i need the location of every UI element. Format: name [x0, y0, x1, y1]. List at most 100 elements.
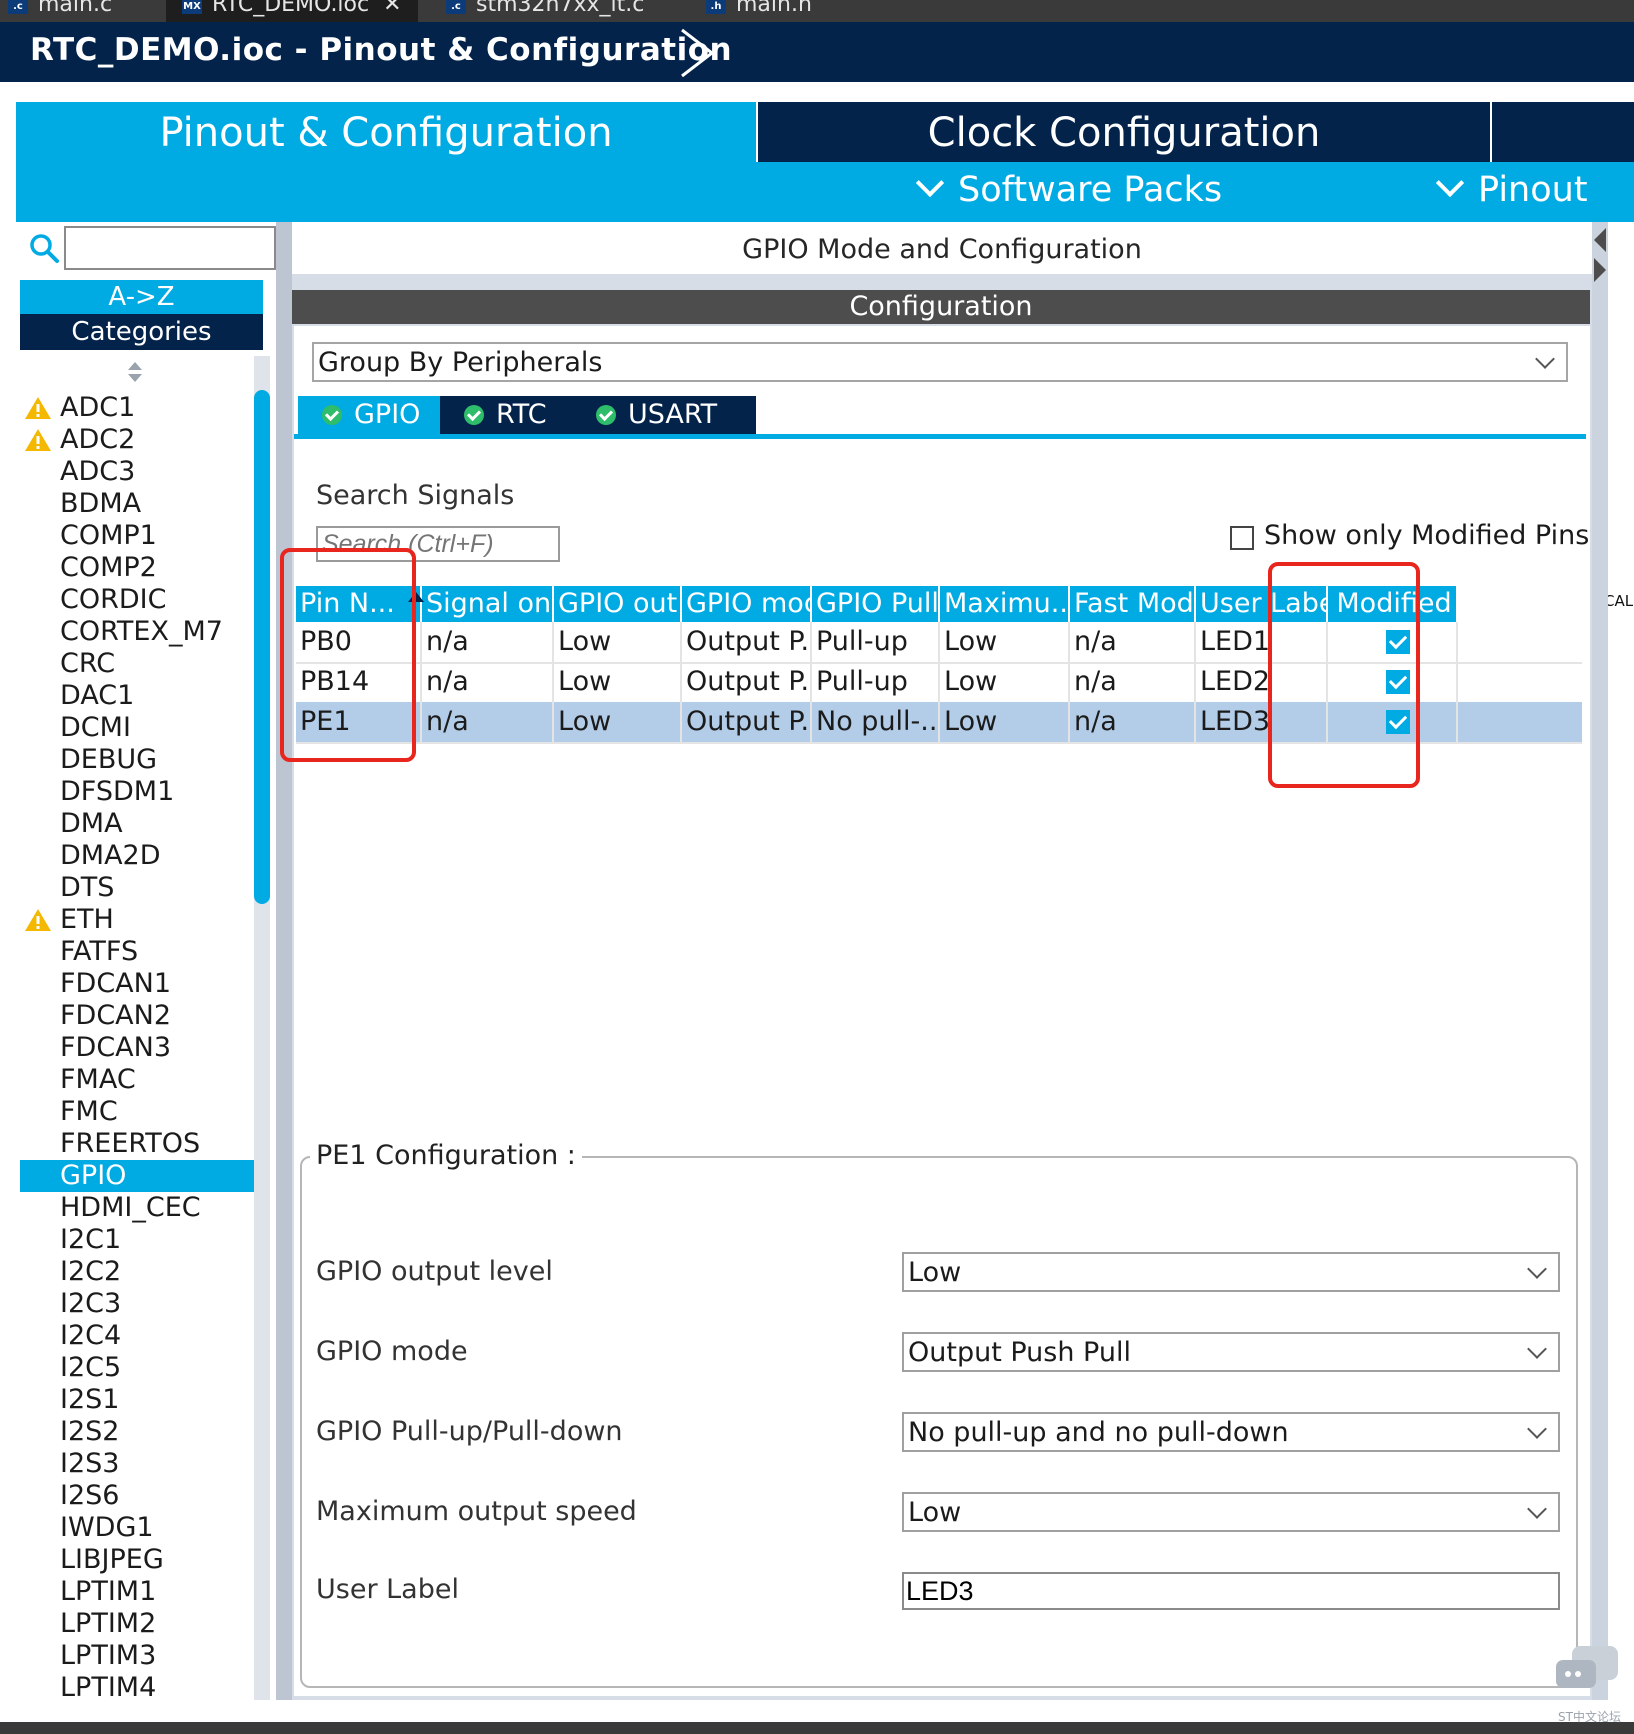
column-header-6[interactable]: Fast Mode	[1070, 586, 1196, 622]
category-item-fmc[interactable]: FMC	[20, 1096, 254, 1128]
table-cell: Low	[554, 662, 682, 702]
category-item-dma[interactable]: DMA	[20, 808, 254, 840]
category-item-fatfs[interactable]: FATFS	[20, 936, 254, 968]
category-item-cortex-m7[interactable]: CORTEX_M7	[20, 616, 254, 648]
table-cell: n/a	[422, 622, 554, 662]
category-item-fdcan2[interactable]: FDCAN2	[20, 1000, 254, 1032]
category-item-lptim1[interactable]: LPTIM1	[20, 1576, 254, 1608]
category-item-hdmi-cec[interactable]: HDMI_CEC	[20, 1192, 254, 1224]
column-header-1[interactable]: Signal on...	[422, 586, 554, 622]
table-cell: Low	[940, 622, 1070, 662]
tab-more[interactable]	[1492, 102, 1634, 162]
category-item-lptim4[interactable]: LPTIM4	[20, 1672, 254, 1704]
category-item-adc3[interactable]: ADC3	[20, 456, 254, 488]
category-item-cordic[interactable]: CORDIC	[20, 584, 254, 616]
category-item-i2s1[interactable]: I2S1	[20, 1384, 254, 1416]
category-item-i2c2[interactable]: I2C2	[20, 1256, 254, 1288]
table-cell: Pull-up	[812, 622, 940, 662]
category-label: I2S1	[60, 1384, 120, 1415]
gpio-pull-select[interactable]: No pull-up and no pull-down	[902, 1412, 1560, 1452]
category-item-lptim3[interactable]: LPTIM3	[20, 1640, 254, 1672]
tab-rtc[interactable]: RTC	[440, 396, 592, 434]
category-label: FMC	[60, 1096, 118, 1127]
category-label: I2S3	[60, 1448, 120, 1479]
category-label: LPTIM2	[60, 1608, 157, 1639]
tab-clock-configuration[interactable]: Clock Configuration	[758, 102, 1490, 162]
category-label: I2S6	[60, 1480, 120, 1511]
gpio-output-level-select[interactable]: Low	[902, 1252, 1560, 1292]
category-item-adc2[interactable]: ADC2	[20, 424, 254, 456]
category-item-lptim2[interactable]: LPTIM2	[20, 1608, 254, 1640]
pinout-menu[interactable]: Pinout	[1435, 168, 1588, 210]
software-packs-menu[interactable]: Software Packs	[915, 168, 1222, 210]
table-cell: n/a	[1070, 662, 1196, 702]
tab-pinout-configuration[interactable]: Pinout & Configuration	[16, 102, 756, 162]
category-item-i2c1[interactable]: I2C1	[20, 1224, 254, 1256]
categories-button[interactable]: Categories	[20, 314, 263, 350]
panel-divider[interactable]	[276, 222, 292, 1700]
editor-tab-stm32h7xx-it-c[interactable]: .c stm32h7xx_it.c	[446, 0, 644, 22]
category-scrollbar-thumb[interactable]	[254, 390, 270, 904]
table-cell: Output P...	[682, 622, 812, 662]
mx-file-icon: MX	[182, 0, 202, 14]
category-label: COMP1	[60, 520, 157, 551]
sort-arrows-icon[interactable]	[126, 360, 144, 384]
right-scrollbar[interactable]	[1592, 222, 1608, 1700]
category-search-input[interactable]	[64, 226, 276, 270]
category-item-comp2[interactable]: COMP2	[20, 552, 254, 584]
max-output-speed-label: Maximum output speed	[316, 1496, 637, 1527]
c-file-icon: .c	[8, 0, 28, 14]
category-item-i2c3[interactable]: I2C3	[20, 1288, 254, 1320]
table-cell: Low	[554, 702, 682, 742]
editor-tab-rtc-demo-ioc[interactable]: MX RTC_DEMO.ioc ✕	[166, 0, 418, 22]
category-item-dcmi[interactable]: DCMI	[20, 712, 254, 744]
category-item-dfsdm1[interactable]: DFSDM1	[20, 776, 254, 808]
editor-tab-main-c[interactable]: .c main.c	[8, 0, 112, 22]
category-item-i2c5[interactable]: I2C5	[20, 1352, 254, 1384]
column-header-3[interactable]: GPIO mode	[682, 586, 812, 622]
category-item-gpio[interactable]: GPIO	[20, 1160, 254, 1192]
category-label: I2C3	[60, 1288, 122, 1319]
group-by-select[interactable]: Group By Peripherals	[312, 342, 1568, 382]
close-icon[interactable]: ✕	[383, 0, 401, 17]
show-modified-checkbox[interactable]	[1230, 526, 1254, 550]
user-label-input[interactable]	[902, 1572, 1560, 1610]
category-item-dma2d[interactable]: DMA2D	[20, 840, 254, 872]
category-item-i2s2[interactable]: I2S2	[20, 1416, 254, 1448]
column-header-2[interactable]: GPIO out...	[554, 586, 682, 622]
category-item-dts[interactable]: DTS	[20, 872, 254, 904]
category-item-fdcan1[interactable]: FDCAN1	[20, 968, 254, 1000]
category-item-freertos[interactable]: FREERTOS	[20, 1128, 254, 1160]
category-label: FREERTOS	[60, 1128, 201, 1159]
category-item-comp1[interactable]: COMP1	[20, 520, 254, 552]
editor-tab-main-h[interactable]: .h main.h	[706, 0, 812, 22]
category-item-iwdg1[interactable]: IWDG1	[20, 1512, 254, 1544]
category-item-crc[interactable]: CRC	[20, 648, 254, 680]
category-label: LPTIM3	[60, 1640, 157, 1671]
category-item-debug[interactable]: DEBUG	[20, 744, 254, 776]
category-item-fdcan3[interactable]: FDCAN3	[20, 1032, 254, 1064]
chevron-down-icon	[1535, 349, 1555, 369]
category-item-adc1[interactable]: ADC1	[20, 392, 254, 424]
category-item-libjpeg[interactable]: LIBJPEG	[20, 1544, 254, 1576]
tab-gpio[interactable]: GPIO	[298, 396, 462, 434]
max-output-speed-select[interactable]: Low	[902, 1492, 1560, 1532]
sort-az-button[interactable]: A->Z	[20, 280, 263, 314]
category-item-bdma[interactable]: BDMA	[20, 488, 254, 520]
column-header-4[interactable]: GPIO Pull...	[812, 586, 940, 622]
tab-usart[interactable]: USART	[572, 396, 756, 434]
category-item-i2s3[interactable]: I2S3	[20, 1448, 254, 1480]
arrow-right-icon[interactable]	[1594, 258, 1606, 282]
category-label: DCMI	[60, 712, 131, 743]
table-cell: n/a	[1070, 622, 1196, 662]
chevron-down-icon	[915, 168, 945, 198]
arrow-left-icon[interactable]	[1594, 228, 1606, 252]
table-cell: n/a	[422, 662, 554, 702]
category-item-eth[interactable]: ETH	[20, 904, 254, 936]
category-item-fmac[interactable]: FMAC	[20, 1064, 254, 1096]
category-item-i2s6[interactable]: I2S6	[20, 1480, 254, 1512]
category-item-i2c4[interactable]: I2C4	[20, 1320, 254, 1352]
gpio-mode-select[interactable]: Output Push Pull	[902, 1332, 1560, 1372]
column-header-5[interactable]: Maximu...	[940, 586, 1070, 622]
category-item-dac1[interactable]: DAC1	[20, 680, 254, 712]
